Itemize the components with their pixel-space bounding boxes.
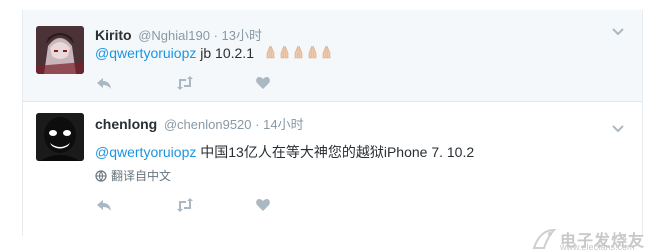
retweet-icon[interactable] bbox=[175, 197, 195, 213]
chevron-down-icon[interactable] bbox=[611, 25, 625, 39]
mention-link[interactable]: @qwertyoruiopz bbox=[95, 45, 196, 61]
folded-hands-emoji bbox=[294, 45, 303, 59]
watermark-url: www.elecfans.com bbox=[560, 242, 635, 252]
mention-link[interactable]: @qwertyoruiopz bbox=[95, 144, 196, 160]
tweet-text: @qwertyoruiopz jb 10.2.1 bbox=[95, 45, 334, 62]
retweet-icon[interactable] bbox=[175, 75, 195, 91]
elecfans-logo-icon bbox=[532, 228, 557, 249]
folded-hands-emoji bbox=[308, 45, 317, 59]
folded-hands-emoji bbox=[322, 45, 331, 59]
timestamp[interactable]: 13小时 bbox=[222, 28, 262, 43]
tweet-text: @qwertyoruiopz 中国13亿人在等大神您的越狱iPhone 7. 1… bbox=[95, 142, 474, 162]
emoji-row bbox=[264, 45, 334, 62]
display-name[interactable]: Kirito bbox=[95, 27, 132, 43]
translate-label: 翻译自中文 bbox=[111, 169, 172, 183]
tweet-body: jb 10.2.1 bbox=[196, 45, 254, 61]
display-name[interactable]: chenlong bbox=[95, 116, 157, 132]
reply-icon[interactable] bbox=[95, 197, 115, 213]
chevron-down-icon[interactable] bbox=[611, 122, 625, 136]
tweet-item[interactable]: chenlong @chenlon9520 · 14小时 @qwertyorui… bbox=[23, 102, 642, 236]
folded-hands-emoji bbox=[280, 45, 289, 59]
reply-icon[interactable] bbox=[95, 75, 115, 91]
timestamp[interactable]: 14小时 bbox=[263, 117, 303, 132]
translate-link[interactable]: 翻译自中文 bbox=[95, 167, 171, 184]
globe-icon bbox=[95, 170, 107, 182]
tweet-item[interactable]: Kirito @Nghial190 · 13小时 @qwertyoruiopz … bbox=[23, 10, 642, 102]
user-handle[interactable]: @Nghial190 bbox=[138, 28, 210, 43]
watermark: 电子发烧友 www.elecfans.com bbox=[530, 226, 665, 252]
separator: · bbox=[213, 28, 218, 43]
separator: · bbox=[255, 117, 260, 132]
timeline: Kirito @Nghial190 · 13小时 @qwertyoruiopz … bbox=[22, 10, 643, 236]
folded-hands-emoji bbox=[266, 45, 275, 59]
tweet-header: Kirito @Nghial190 · 13小时 bbox=[95, 25, 262, 44]
avatar[interactable] bbox=[36, 26, 84, 74]
tweet-body: 中国13亿人在等大神您的越狱iPhone 7. 10.2 bbox=[196, 144, 475, 160]
tweet-header: chenlong @chenlon9520 · 14小时 bbox=[95, 114, 304, 133]
user-handle[interactable]: @chenlon9520 bbox=[164, 117, 252, 132]
like-icon[interactable] bbox=[255, 197, 275, 213]
avatar[interactable] bbox=[36, 113, 84, 161]
like-icon[interactable] bbox=[255, 75, 275, 91]
